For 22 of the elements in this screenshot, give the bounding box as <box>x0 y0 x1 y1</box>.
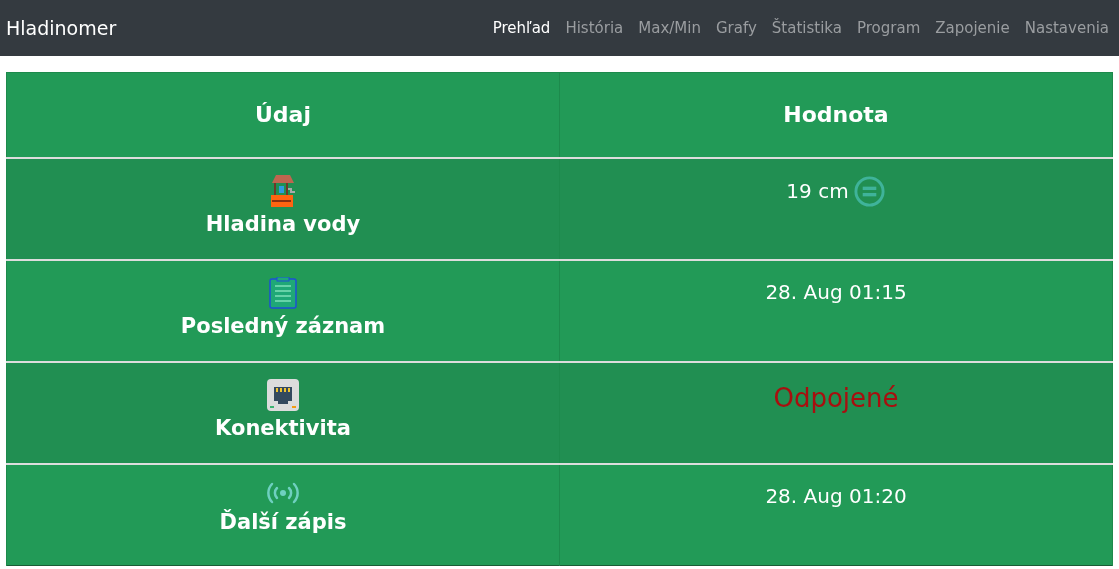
row-value: 28. Aug 01:20 <box>765 482 907 510</box>
row-value: Odpojené <box>773 381 899 415</box>
ethernet-port-icon <box>267 378 299 411</box>
broadcast-icon <box>266 480 300 505</box>
nav-link[interactable]: Grafy <box>715 16 757 40</box>
row-label: Konektivita <box>215 414 351 442</box>
nav-link[interactable]: Max/Min <box>638 16 701 40</box>
nav-link[interactable]: Program <box>856 16 921 40</box>
well-icon <box>268 174 298 207</box>
clipboard-icon <box>269 276 297 309</box>
nav-link[interactable]: Prehľad <box>492 16 551 40</box>
nav-link[interactable]: Zapojenie <box>935 16 1010 40</box>
row-label: Ďalší zápis <box>219 508 347 536</box>
nav-link[interactable]: Nastavenia <box>1024 16 1109 40</box>
row-label: Hladina vody <box>205 210 361 238</box>
nav-link[interactable]: Štatistika <box>771 16 842 40</box>
nav-link[interactable]: História <box>565 16 624 40</box>
equals-icon <box>852 174 886 208</box>
row-label: Posledný záznam <box>180 312 386 340</box>
row-value: 28. Aug 01:15 <box>765 278 907 306</box>
row-value: 19 cm <box>786 178 849 205</box>
brand[interactable]: Hladinomer <box>6 13 117 43</box>
